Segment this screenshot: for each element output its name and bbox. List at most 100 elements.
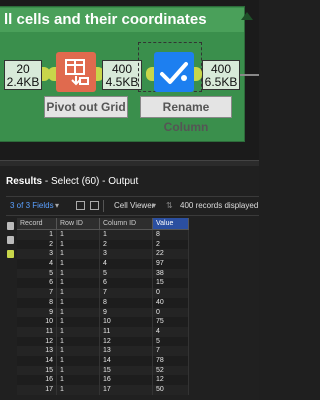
cell-row-id[interactable]: 1: [57, 355, 100, 366]
table-row[interactable]: 2122: [17, 239, 189, 250]
cell-column-id[interactable]: 6: [100, 278, 153, 289]
cell-record[interactable]: 12: [17, 336, 57, 347]
input-anchor[interactable]: [146, 67, 154, 81]
cell-record[interactable]: 8: [17, 297, 57, 308]
cell-record[interactable]: 16: [17, 375, 57, 385]
dropdown-arrow-icon[interactable]: ▾: [55, 201, 59, 210]
cell-column-id[interactable]: 12: [100, 336, 153, 347]
table-row[interactable]: 14 1 14 78: [17, 355, 189, 366]
tool-label-pivot[interactable]: Pivot out Grid: [44, 96, 128, 118]
cell-value[interactable]: 0: [153, 288, 189, 298]
cell-row-id[interactable]: 1: [57, 365, 100, 376]
cell-column-id[interactable]: 2: [100, 239, 153, 250]
cell-value[interactable]: 38: [153, 268, 189, 279]
cell-value[interactable]: 97: [153, 259, 189, 269]
data-icon[interactable]: [7, 250, 14, 258]
cell-record[interactable]: 1: [17, 230, 57, 240]
table-row[interactable]: 17 1 17 50: [17, 385, 189, 395]
cell-row-id[interactable]: 1: [57, 249, 100, 260]
cell-row-id[interactable]: 1: [57, 230, 100, 240]
cell-value[interactable]: 75: [153, 317, 189, 327]
table-row[interactable]: 16 1 16 12: [17, 375, 189, 385]
cell-value[interactable]: 7: [153, 346, 189, 356]
filter-icon[interactable]: [90, 201, 99, 210]
cell-viewer-select[interactable]: Cell Viewer: [114, 201, 154, 210]
cell-record[interactable]: 3: [17, 249, 57, 260]
cell-value[interactable]: 8: [153, 230, 189, 240]
cell-row-id[interactable]: 1: [57, 278, 100, 289]
table-row[interactable]: 3 1 3 22: [17, 249, 189, 260]
cell-row-id[interactable]: 1: [57, 239, 100, 250]
cell-column-id[interactable]: 9: [100, 307, 153, 318]
header-row-id[interactable]: Row ID: [57, 218, 100, 229]
table-row[interactable]: 12 1 12 5: [17, 336, 189, 347]
cell-record[interactable]: 10: [17, 317, 57, 327]
workflow-canvas[interactable]: ll cells and their coordinates 20 2.4KB …: [0, 0, 259, 160]
cell-value[interactable]: 52: [153, 365, 189, 376]
cell-value[interactable]: 15: [153, 278, 189, 289]
cell-value[interactable]: 12: [153, 375, 189, 385]
cell-record[interactable]: 6: [17, 278, 57, 289]
cell-column-id[interactable]: 16: [100, 375, 153, 385]
cell-value[interactable]: 50: [153, 385, 189, 395]
cell-row-id[interactable]: 1: [57, 307, 100, 318]
cell-row-id[interactable]: 1: [57, 385, 100, 395]
header-column-id[interactable]: Column ID: [100, 218, 153, 229]
cell-row-id[interactable]: 1: [57, 268, 100, 279]
collapse-icon[interactable]: [241, 12, 253, 20]
input-anchor[interactable]: [48, 67, 56, 81]
cell-record[interactable]: 2: [17, 239, 57, 250]
header-record[interactable]: Record: [17, 218, 57, 229]
cell-value[interactable]: 2: [153, 239, 189, 250]
cell-value[interactable]: 22: [153, 249, 189, 260]
cell-value[interactable]: 0: [153, 307, 189, 318]
cell-row-id[interactable]: 1: [57, 346, 100, 356]
tool-label-rename[interactable]: Rename Column: [140, 96, 232, 134]
table-row[interactable]: 5 1 5 38: [17, 268, 189, 279]
cell-record[interactable]: 5: [17, 268, 57, 279]
cell-row-id[interactable]: 1: [57, 297, 100, 308]
cell-column-id[interactable]: 3: [100, 249, 153, 260]
table-row[interactable]: 7170: [17, 288, 189, 298]
table-row[interactable]: 11 1 11 4: [17, 326, 189, 337]
cell-record[interactable]: 11: [17, 326, 57, 337]
cell-column-id[interactable]: 13: [100, 346, 153, 356]
cell-record[interactable]: 17: [17, 385, 57, 395]
cell-record[interactable]: 9: [17, 307, 57, 318]
table-row[interactable]: 15 1 15 52: [17, 365, 189, 376]
cell-record[interactable]: 14: [17, 355, 57, 366]
cell-value[interactable]: 5: [153, 336, 189, 347]
chevron-down-icon[interactable]: ▾: [152, 201, 156, 210]
table-row[interactable]: 13 1 13 7: [17, 346, 189, 356]
table-row[interactable]: 1118: [17, 230, 189, 240]
container-title[interactable]: ll cells and their coordinates: [0, 8, 244, 32]
cell-record[interactable]: 7: [17, 288, 57, 298]
cell-column-id[interactable]: 7: [100, 288, 153, 298]
cell-row-id[interactable]: 1: [57, 288, 100, 298]
table-row[interactable]: 10 1 10 75: [17, 317, 189, 327]
cell-row-id[interactable]: 1: [57, 317, 100, 327]
cell-column-id[interactable]: 10: [100, 317, 153, 327]
table-row[interactable]: 9190: [17, 307, 189, 318]
cell-value[interactable]: 4: [153, 326, 189, 337]
cell-column-id[interactable]: 5: [100, 268, 153, 279]
cell-record[interactable]: 4: [17, 259, 57, 269]
fields-link[interactable]: 3 of 3 Fields: [10, 201, 54, 210]
cell-column-id[interactable]: 17: [100, 385, 153, 395]
cell-row-id[interactable]: 1: [57, 259, 100, 269]
cell-column-id[interactable]: 8: [100, 297, 153, 308]
cell-row-id[interactable]: 1: [57, 336, 100, 347]
table-row[interactable]: 4 1 4 97: [17, 259, 189, 269]
pivot-out-grid-tool[interactable]: [56, 52, 96, 92]
rename-column-tool[interactable]: [154, 52, 194, 92]
cell-row-id[interactable]: 1: [57, 375, 100, 385]
cell-column-id[interactable]: 14: [100, 355, 153, 366]
cell-column-id[interactable]: 11: [100, 326, 153, 337]
table-row[interactable]: 6 1 6 15: [17, 278, 189, 289]
cell-row-id[interactable]: 1: [57, 326, 100, 337]
cell-value[interactable]: 78: [153, 355, 189, 366]
table-row[interactable]: 8 1 8 40: [17, 297, 189, 308]
header-value[interactable]: Value: [153, 218, 189, 229]
cell-column-id[interactable]: 4: [100, 259, 153, 269]
checkbox-icon[interactable]: [76, 201, 85, 210]
